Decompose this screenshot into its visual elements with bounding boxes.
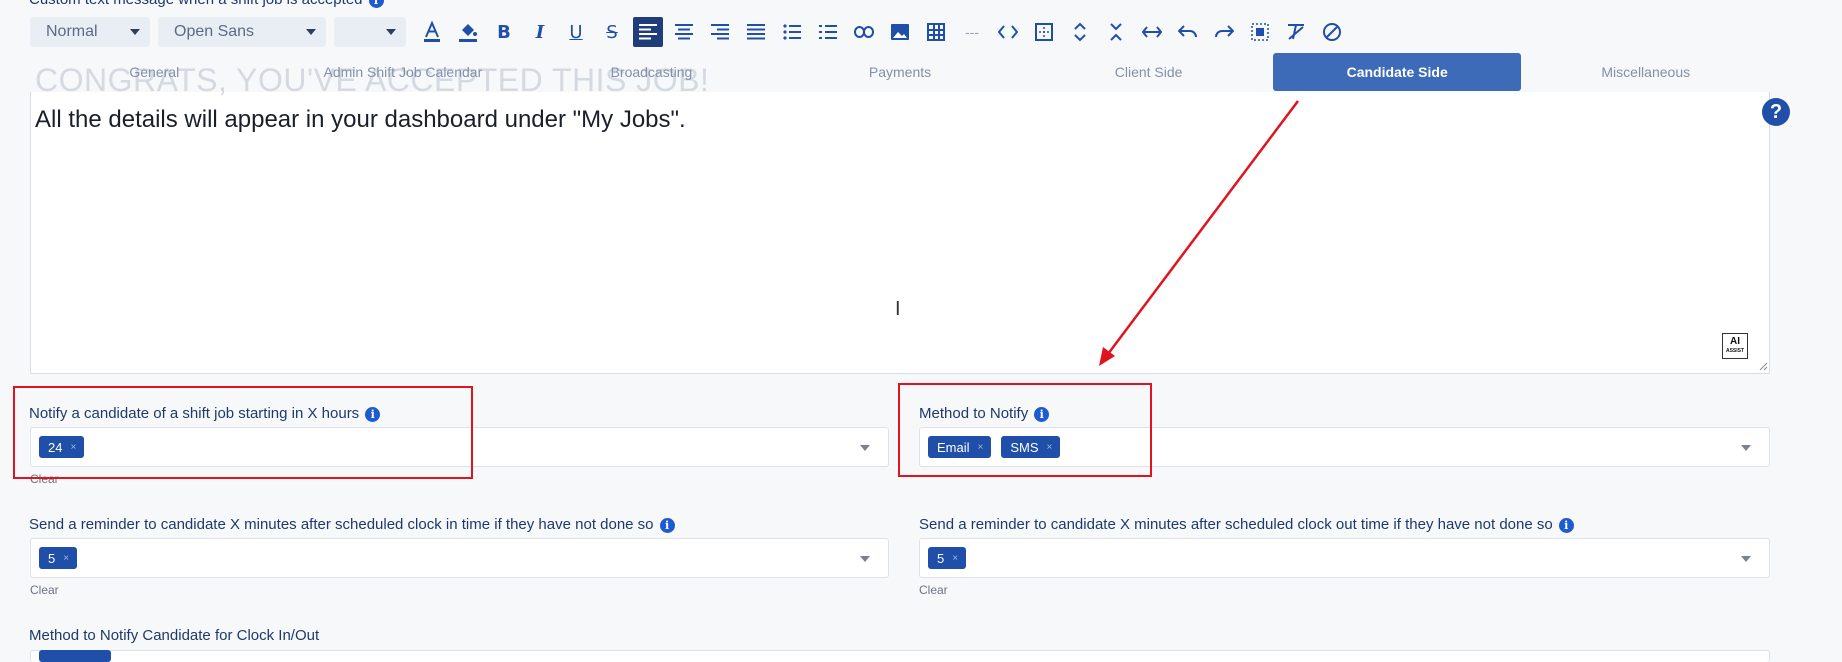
horizontal-rule-icon[interactable]: ---: [957, 17, 987, 47]
align-right-icon[interactable]: [705, 17, 735, 47]
settings-tabs: General Admin Shift Job Calendar Broadca…: [30, 52, 1770, 92]
close-icon[interactable]: ×: [63, 553, 69, 564]
reminder-in-clear-link[interactable]: Clear: [30, 583, 59, 597]
collapse-vertical-icon[interactable]: [1101, 17, 1131, 47]
strikethrough-icon[interactable]: S: [597, 17, 627, 47]
tab-candidate-side[interactable]: Candidate Side: [1272, 53, 1522, 91]
tab-miscellaneous[interactable]: Miscellaneous: [1521, 53, 1770, 91]
fill-color-icon[interactable]: [453, 17, 483, 47]
code-icon[interactable]: [993, 17, 1023, 47]
tab-broadcasting[interactable]: Broadcasting: [527, 53, 776, 91]
text-cursor-icon: I: [895, 298, 901, 320]
chevron-down-icon: [386, 29, 396, 35]
clear-format-icon[interactable]: [1281, 17, 1311, 47]
resize-grip-icon[interactable]: [1758, 361, 1768, 371]
align-justify-icon[interactable]: [741, 17, 771, 47]
editor-toolbar: Normal Open Sans B I U S ---: [30, 14, 1350, 50]
chevron-down-icon: [306, 29, 316, 35]
chip-partial[interactable]: [39, 650, 111, 662]
method-clock-select[interactable]: [30, 650, 1770, 662]
format-select[interactable]: Normal: [30, 17, 150, 47]
close-icon[interactable]: ×: [952, 553, 958, 564]
chevron-down-icon: [130, 29, 140, 35]
reminder-out-select[interactable]: 5 ×: [919, 538, 1770, 578]
tab-client-side[interactable]: Client Side: [1024, 53, 1273, 91]
annotation-box-notify-hours: [13, 386, 473, 479]
chip-5[interactable]: 5 ×: [39, 547, 78, 569]
select-all-icon[interactable]: [1245, 17, 1275, 47]
annotation-box-method-notify: [898, 383, 1152, 477]
borders-icon[interactable]: [1029, 17, 1059, 47]
info-icon[interactable]: i: [1558, 517, 1574, 533]
reminder-in-select[interactable]: 5 ×: [30, 538, 889, 578]
redo-icon[interactable]: [1209, 17, 1239, 47]
chevron-down-icon[interactable]: [1741, 556, 1751, 562]
align-left-icon[interactable]: [633, 17, 663, 47]
image-icon[interactable]: [885, 17, 915, 47]
chevron-down-icon[interactable]: [860, 556, 870, 562]
table-icon[interactable]: [921, 17, 951, 47]
chevron-down-icon[interactable]: [860, 445, 870, 451]
chevron-down-icon[interactable]: [1741, 445, 1751, 451]
underline-icon[interactable]: U: [561, 17, 591, 47]
expand-horizontal-icon[interactable]: [1137, 17, 1167, 47]
expand-vertical-icon[interactable]: [1065, 17, 1095, 47]
tab-admin-shift-job-calendar[interactable]: Admin Shift Job Calendar: [279, 53, 528, 91]
ai-assist-button[interactable]: AI ASSIST: [1722, 333, 1748, 359]
italic-icon[interactable]: I: [525, 17, 555, 47]
ordered-list-icon[interactable]: [813, 17, 843, 47]
tab-general[interactable]: General: [30, 53, 279, 91]
text-color-icon[interactable]: [417, 17, 447, 47]
reminder-out-clear-link[interactable]: Clear: [919, 583, 948, 597]
font-select[interactable]: Open Sans: [158, 17, 326, 47]
size-select[interactable]: [334, 17, 406, 47]
editor-body-text[interactable]: All the details will appear in your dash…: [35, 106, 686, 134]
method-clock-label: Method to Notify Candidate for Clock In/…: [29, 627, 320, 644]
info-icon[interactable]: i: [659, 517, 675, 533]
reminder-in-label: Send a reminder to candidate X minutes a…: [29, 516, 675, 533]
editor-field-label: Custom text message when a shift job is …: [29, 0, 384, 8]
rich-text-editor[interactable]: [30, 92, 1770, 374]
info-icon[interactable]: i: [368, 0, 384, 8]
bullet-list-icon[interactable]: [777, 17, 807, 47]
help-icon[interactable]: ?: [1762, 98, 1790, 126]
undo-icon[interactable]: [1173, 17, 1203, 47]
bold-icon[interactable]: B: [489, 17, 519, 47]
tab-payments[interactable]: Payments: [776, 53, 1025, 91]
align-center-icon[interactable]: [669, 17, 699, 47]
link-icon[interactable]: [849, 17, 879, 47]
reminder-out-label: Send a reminder to candidate X minutes a…: [919, 516, 1574, 533]
no-style-icon[interactable]: [1317, 17, 1347, 47]
chip-5[interactable]: 5 ×: [928, 547, 967, 569]
